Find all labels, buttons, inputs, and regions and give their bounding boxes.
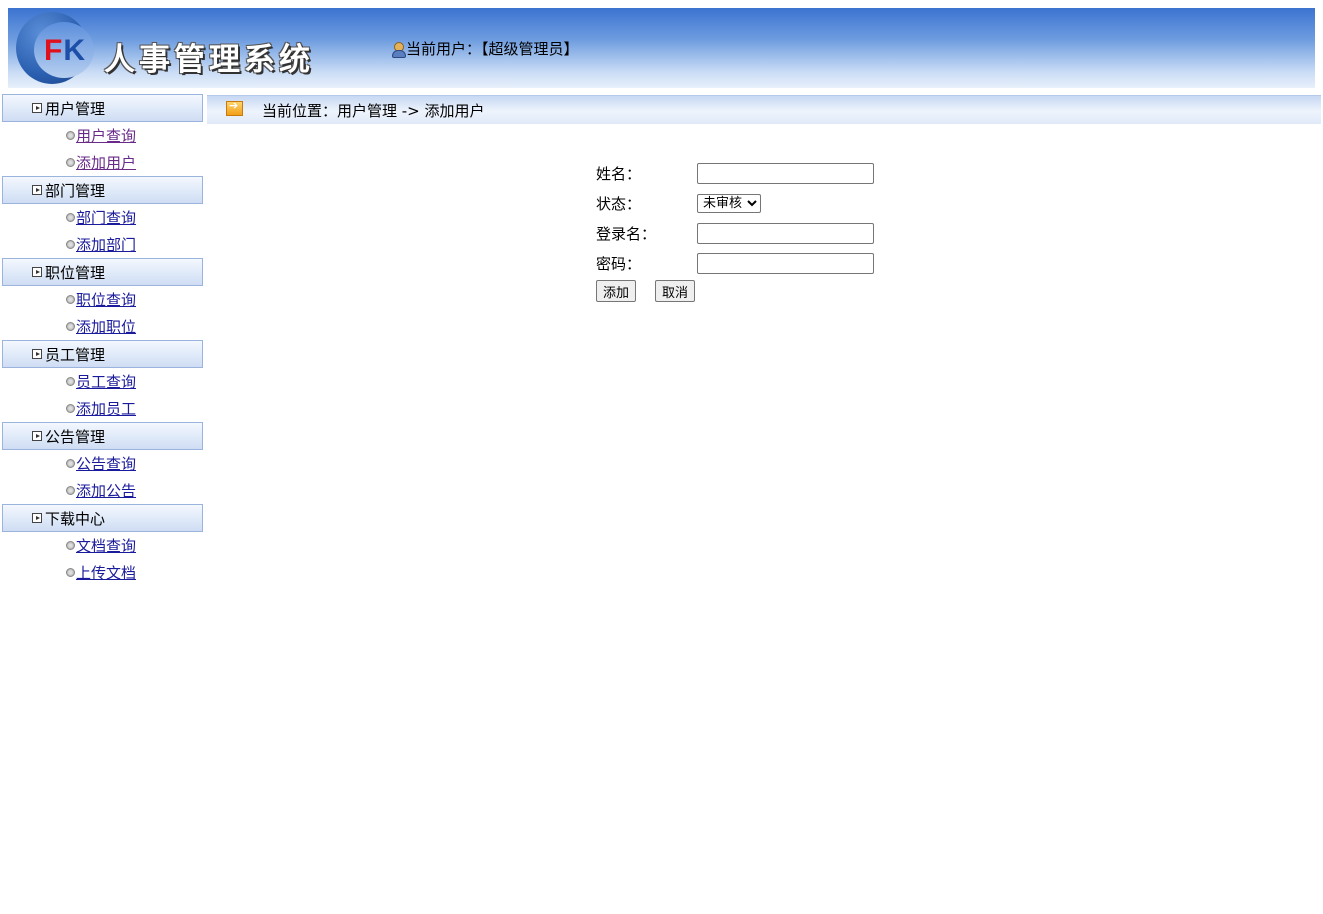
arrow-right-icon [226, 99, 243, 116]
sidebar-link-add-position[interactable]: 添加职位 [76, 316, 136, 337]
bullet-icon [66, 541, 75, 550]
name-input[interactable] [697, 162, 874, 184]
password-input[interactable] [697, 252, 874, 274]
login-name-label: 登录名： [596, 224, 657, 243]
sidebar-group-user-management[interactable]: 用户管理 [2, 94, 203, 122]
current-user: 当前用户：【超级管理员】 [391, 38, 579, 59]
sidebar-group-employee-management[interactable]: 员工管理 [2, 340, 203, 368]
status-label: 状态： [596, 194, 642, 213]
user-icon [391, 41, 406, 58]
sidebar-item: 添加员工 [2, 395, 203, 422]
sidebar-item: 添加用户 [2, 149, 203, 176]
sidebar-group-label: 公告管理 [45, 427, 106, 446]
sidebar-item: 添加部门 [2, 231, 203, 258]
sidebar-link-department-query[interactable]: 部门查询 [76, 207, 136, 228]
bullet-icon [66, 213, 75, 222]
bullet-icon [66, 295, 75, 304]
sidebar-link-add-user[interactable]: 添加用户 [76, 152, 136, 173]
bullet-icon [66, 377, 75, 386]
add-user-form: 姓名： 状态： 未审核 登录名： 密码： 添加 取消 [596, 158, 874, 302]
logo-letter-k: K [63, 34, 86, 67]
logo-letter-f: F [44, 34, 64, 67]
sidebar-item: 用户查询 [2, 122, 203, 149]
sidebar-item: 职位查询 [2, 286, 203, 313]
expand-arrow-icon [32, 103, 42, 113]
sidebar-link-user-query[interactable]: 用户查询 [76, 125, 136, 146]
sidebar-group-download-center[interactable]: 下载中心 [2, 504, 203, 532]
breadcrumb: 当前位置：用户管理 -> 添加用户 [207, 95, 1321, 124]
add-button[interactable]: 添加 [596, 280, 637, 302]
expand-arrow-icon [32, 267, 42, 277]
sidebar-group-label: 职位管理 [45, 263, 106, 282]
sidebar-link-add-department[interactable]: 添加部门 [76, 234, 136, 255]
bullet-icon [66, 568, 75, 577]
breadcrumb-text: 当前位置：用户管理 -> 添加用户 [262, 101, 485, 120]
expand-arrow-icon [32, 349, 42, 359]
form-row-password: 密码： [596, 248, 874, 278]
cancel-button[interactable]: 取消 [655, 280, 696, 302]
sidebar-link-notice-query[interactable]: 公告查询 [76, 453, 136, 474]
form-buttons: 添加 取消 [596, 280, 874, 302]
bullet-icon [66, 459, 75, 468]
status-select[interactable]: 未审核 [697, 193, 761, 213]
bullet-icon [66, 240, 75, 249]
current-user-label: 当前用户：【超级管理员】 [406, 40, 579, 58]
app-title: 人事管理系统 [104, 42, 314, 78]
sidebar-item: 员工查询 [2, 368, 203, 395]
sidebar-link-document-query[interactable]: 文档查询 [76, 535, 136, 556]
sidebar-link-employee-query[interactable]: 员工查询 [76, 371, 136, 392]
sidebar-group-notice-management[interactable]: 公告管理 [2, 422, 203, 450]
sidebar-item: 公告查询 [2, 450, 203, 477]
sidebar-link-upload-document[interactable]: 上传文档 [76, 562, 136, 583]
sidebar-group-label: 用户管理 [45, 99, 106, 118]
bullet-icon [66, 158, 75, 167]
expand-arrow-icon [32, 431, 42, 441]
sidebar-item: 部门查询 [2, 204, 203, 231]
sidebar-group-department-management[interactable]: 部门管理 [2, 176, 203, 204]
header-banner: FK 人事管理系统 当前用户：【超级管理员】 [8, 8, 1315, 88]
bullet-icon [66, 486, 75, 495]
logo-fk-text: FK [44, 34, 86, 68]
sidebar-link-add-employee[interactable]: 添加员工 [76, 398, 136, 419]
sidebar-group-label: 部门管理 [45, 181, 106, 200]
bullet-icon [66, 322, 75, 331]
sidebar-item: 添加公告 [2, 477, 203, 504]
sidebar-link-add-notice[interactable]: 添加公告 [76, 480, 136, 501]
sidebar-item: 添加职位 [2, 313, 203, 340]
sidebar-group-label: 员工管理 [45, 345, 106, 364]
sidebar-item: 上传文档 [2, 559, 203, 586]
password-label: 密码： [596, 254, 642, 273]
sidebar-group-label: 下载中心 [45, 509, 106, 528]
expand-arrow-icon [32, 513, 42, 523]
sidebar-link-position-query[interactable]: 职位查询 [76, 289, 136, 310]
login-name-input[interactable] [697, 222, 874, 244]
bullet-icon [66, 404, 75, 413]
form-row-login: 登录名： [596, 218, 874, 248]
sidebar-item: 文档查询 [2, 532, 203, 559]
form-row-status: 状态： 未审核 [596, 188, 874, 218]
expand-arrow-icon [32, 185, 42, 195]
bullet-icon [66, 131, 75, 140]
sidebar-group-position-management[interactable]: 职位管理 [2, 258, 203, 286]
form-row-name: 姓名： [596, 158, 874, 188]
sidebar: 用户管理 用户查询 添加用户 部门管理 部门查询 添加部门 职位管理 职位查询 … [2, 94, 203, 586]
name-label: 姓名： [596, 164, 642, 183]
app-logo: FK 人事管理系统 [16, 12, 326, 86]
